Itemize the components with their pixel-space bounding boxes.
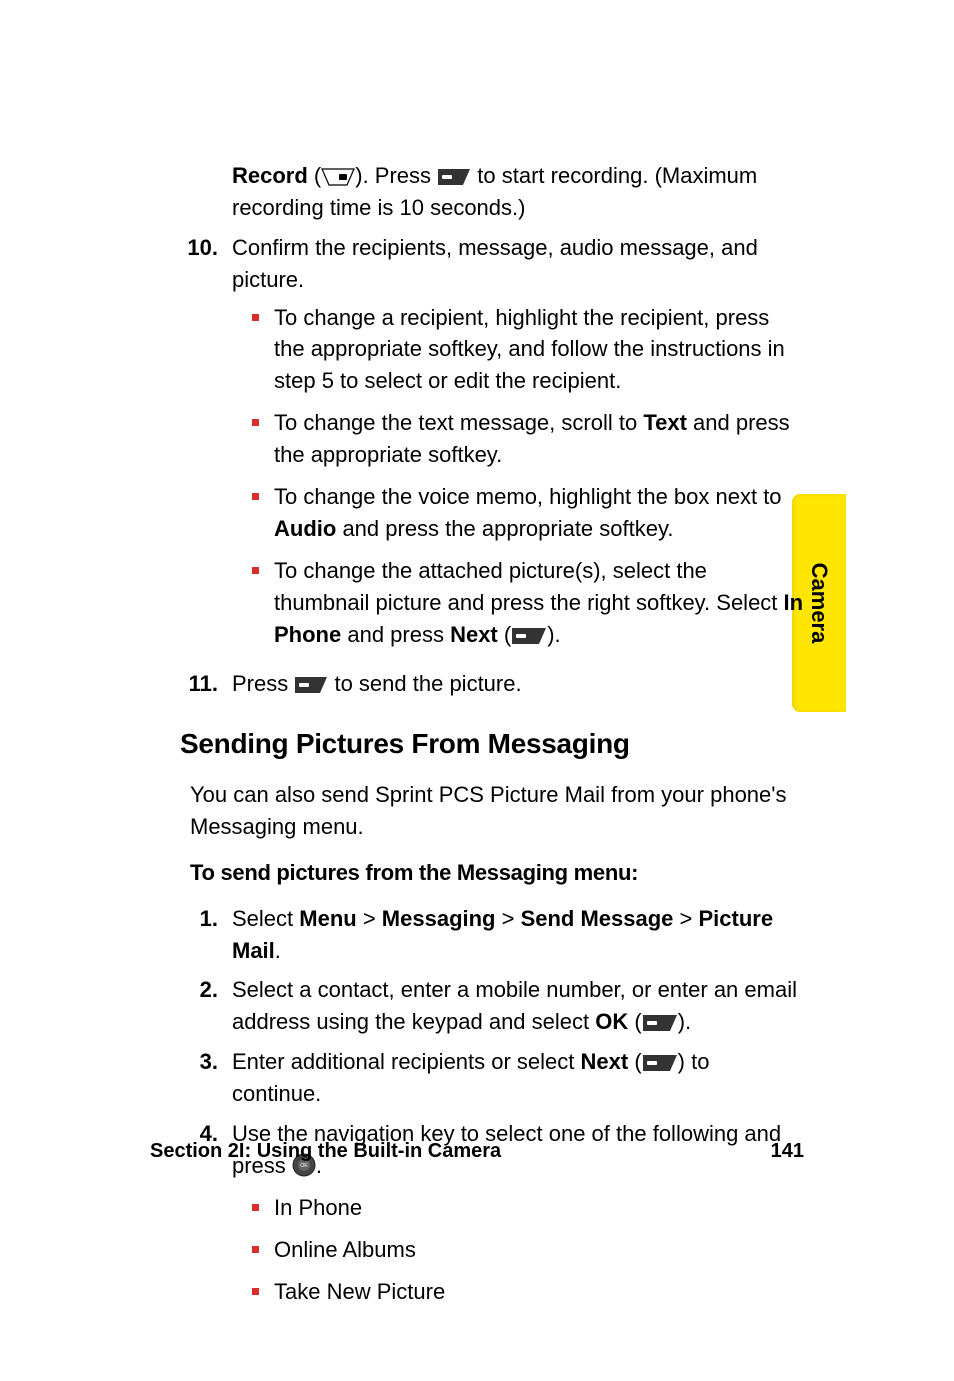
left-softkey-ok-icon [642, 1014, 678, 1032]
right-softkey-record-icon [321, 168, 355, 186]
step-10: 10. Confirm the recipients, message, aud… [180, 232, 804, 661]
section-heading: Sending Pictures From Messaging [180, 724, 804, 765]
left-softkey-next-icon [642, 1054, 678, 1072]
procedure-lead: To send pictures from the Messaging menu… [190, 857, 804, 889]
step-10-text: Confirm the recipients, message, audio m… [232, 232, 804, 296]
step-number: 11. [180, 668, 232, 700]
continuation-paragraph: Record (). Press to start recording. (Ma… [232, 160, 804, 224]
step-1: 1. Select Menu > Messaging > Send Messag… [180, 903, 804, 967]
step-3: 3. Enter additional recipients or select… [180, 1046, 804, 1110]
step-11: 11. Press to send the picture. [180, 668, 804, 700]
record-label: Record [232, 163, 308, 188]
step-4-option-1: In Phone [252, 1192, 804, 1224]
step-10-bullet-1: To change a recipient, highlight the rec… [252, 302, 804, 398]
intro-paragraph: You can also send Sprint PCS Picture Mai… [190, 779, 804, 843]
step-number: 3. [180, 1046, 232, 1110]
left-softkey-icon [294, 676, 328, 694]
page-footer: Section 2I: Using the Built-in Camera 14… [150, 1137, 804, 1166]
step-4-option-3: Take New Picture [252, 1276, 804, 1308]
step-10-bullet-2: To change the text message, scroll to Te… [252, 407, 804, 471]
step-4-option-2: Online Albums [252, 1234, 804, 1266]
footer-section-title: Section 2I: Using the Built-in Camera [150, 1137, 501, 1166]
step-10-bullet-4: To change the attached picture(s), selec… [252, 555, 804, 651]
step-2: 2. Select a contact, enter a mobile numb… [180, 974, 804, 1038]
left-softkey-next-icon [511, 627, 547, 645]
step-number: 10. [180, 232, 232, 661]
step-number: 1. [180, 903, 232, 967]
page-content: Record (). Press to start recording. (Ma… [0, 0, 954, 1381]
footer-page-number: 141 [771, 1137, 804, 1166]
left-softkey-icon [437, 168, 471, 186]
step-10-bullet-3: To change the voice memo, highlight the … [252, 481, 804, 545]
step-number: 2. [180, 974, 232, 1038]
